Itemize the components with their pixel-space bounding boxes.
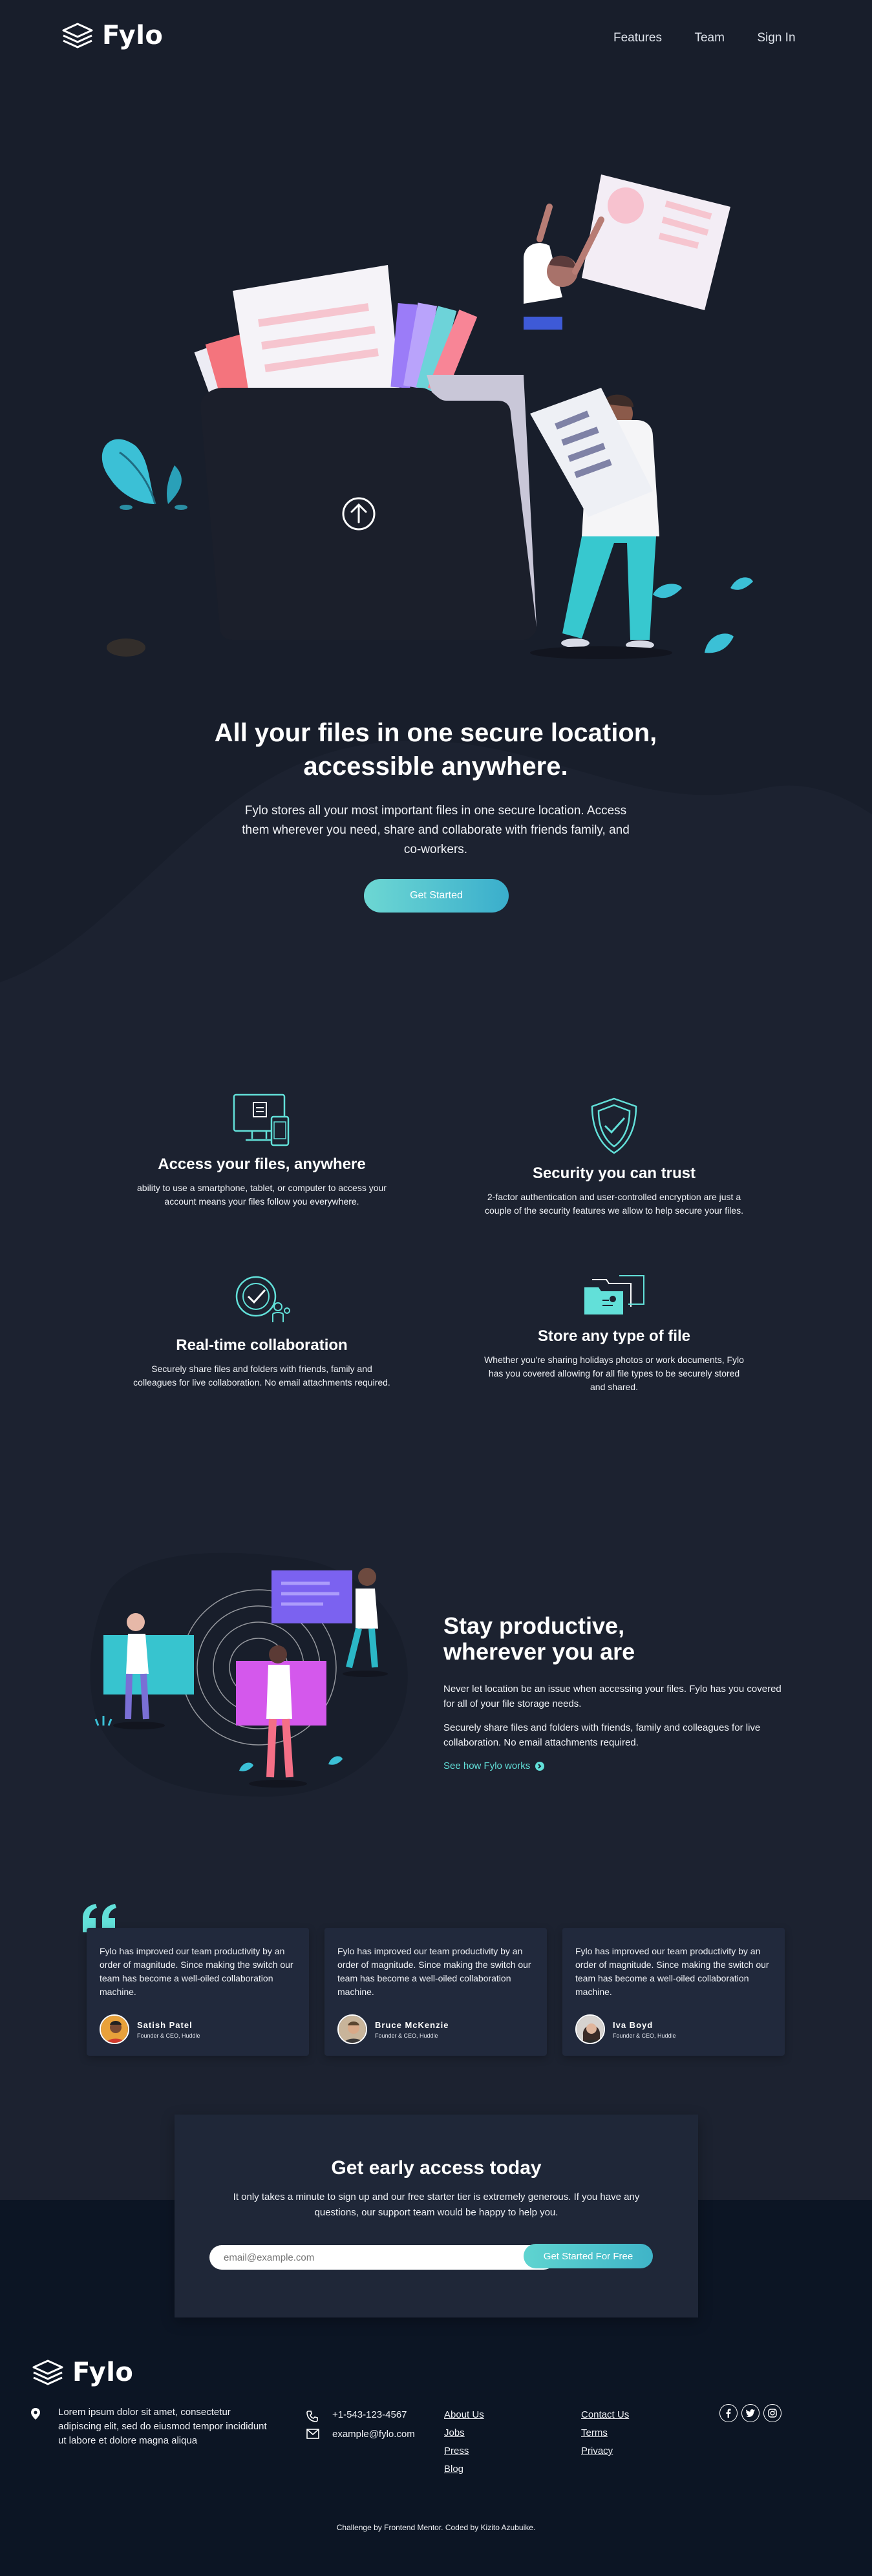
- testimonial-card: Fylo has improved our team productivity …: [324, 1928, 547, 2056]
- testimonial-quote: Fylo has improved our team productivity …: [100, 1946, 293, 1997]
- nav-features[interactable]: Features: [613, 31, 662, 45]
- feature-text: Securely share files and folders with fr…: [133, 1364, 390, 1388]
- social-links: [719, 2404, 782, 2422]
- collaboration-icon: [235, 1276, 290, 1322]
- feature-title: Access your files, anywhere: [158, 1156, 366, 1173]
- feature-collaboration: Real-time collaboration Securely share f…: [133, 1274, 391, 1389]
- testimonial-card: Fylo has improved our team productivity …: [562, 1928, 785, 2056]
- get-started-button[interactable]: Get Started: [364, 879, 509, 913]
- footer-link-contact[interactable]: Contact Us: [581, 2406, 629, 2424]
- brand-name: Fylo: [102, 21, 164, 50]
- footer-link-terms[interactable]: Terms: [581, 2424, 629, 2442]
- early-access-title: Get early access today: [331, 2157, 542, 2179]
- footer-link-privacy[interactable]: Privacy: [581, 2442, 629, 2460]
- testimonial-person: Bruce McKenzie Founder & CEO, Huddle: [337, 2014, 449, 2044]
- productive-title: Stay productive, wherever you are: [443, 1613, 792, 1665]
- hero-title-line2: accessible anywhere.: [303, 752, 568, 781]
- testimonial-person: Satish Patel Founder & CEO, Huddle: [100, 2014, 200, 2044]
- see-how-link-label: See how Fylo works: [443, 1760, 531, 1771]
- footer-link-blog[interactable]: Blog: [444, 2460, 484, 2478]
- productive-title-line2: wherever you are: [443, 1638, 635, 1665]
- facebook-icon[interactable]: [719, 2404, 738, 2422]
- testimonial-card: Fylo has improved our team productivity …: [87, 1928, 309, 2056]
- footer-email: example@fylo.com: [332, 2429, 415, 2440]
- footer-brand-name: Fylo: [72, 2358, 134, 2387]
- avatar: [337, 2014, 367, 2044]
- footer-link-press[interactable]: Press: [444, 2442, 484, 2460]
- feature-text: Whether you're sharing holidays photos o…: [484, 1355, 744, 1392]
- devices-icon: [233, 1093, 290, 1146]
- footer-links-col1: About Us Jobs Press Blog: [444, 2406, 484, 2478]
- location-icon: [31, 2408, 40, 2420]
- testimonial-name: Iva Boyd: [613, 2020, 654, 2030]
- email-icon: [306, 2429, 319, 2439]
- avatar: [100, 2014, 129, 2044]
- testimonial-role: Founder & CEO, Huddle: [137, 2032, 200, 2039]
- instagram-icon[interactable]: [763, 2404, 782, 2422]
- hero-description: Fylo stores all your most important file…: [242, 804, 630, 856]
- nav-sign-in[interactable]: Sign In: [757, 31, 795, 45]
- productive-paragraph-1: Never let location be an issue when acce…: [443, 1684, 782, 1709]
- feature-title: Real-time collaboration: [176, 1336, 348, 1354]
- feature-access: Access your files, anywhere ability to u…: [133, 1093, 391, 1209]
- plant-decoration: [101, 439, 187, 657]
- footer-link-about[interactable]: About Us: [444, 2406, 484, 2424]
- logo-layers-icon: [62, 23, 93, 48]
- see-how-fylo-works-link[interactable]: See how Fylo works: [443, 1760, 792, 1771]
- testimonial-name: Bruce McKenzie: [375, 2020, 449, 2030]
- folders-icon: [584, 1275, 644, 1314]
- hero-title-line1: All your files in one secure location,: [214, 719, 657, 747]
- testimonial-quote: Fylo has improved our team productivity …: [575, 1946, 769, 1997]
- productive-content: Stay productive, wherever you are Never …: [443, 1613, 792, 1772]
- arrow-circle-icon: [535, 1761, 545, 1771]
- productive-illustration: [90, 1552, 408, 1797]
- hero-illustration: [101, 174, 753, 659]
- testimonial-person: Iva Boyd Founder & CEO, Huddle: [575, 2014, 676, 2044]
- footer-attribution: Challenge by Frontend Mentor. Coded by K…: [336, 2523, 536, 2532]
- twitter-icon[interactable]: [741, 2404, 760, 2422]
- avatar: [575, 2014, 605, 2044]
- early-access-card: Get early access today It only takes a m…: [175, 2115, 698, 2317]
- feature-title: Security you can trust: [532, 1165, 696, 1182]
- feature-text: ability to use a smartphone, tablet, or …: [137, 1183, 387, 1207]
- footer-links-col2: Contact Us Terms Privacy: [581, 2406, 629, 2460]
- footer-link-jobs[interactable]: Jobs: [444, 2424, 484, 2442]
- logo-layers-icon: [32, 2360, 63, 2385]
- shield-icon: [591, 1097, 637, 1154]
- productive-title-line1: Stay productive,: [443, 1612, 625, 1639]
- phone-icon: [306, 2411, 318, 2422]
- get-started-free-button[interactable]: Get Started For Free: [524, 2244, 653, 2268]
- productive-paragraph-2: Securely share files and folders with fr…: [443, 1722, 761, 1748]
- testimonial-name: Satish Patel: [137, 2020, 193, 2030]
- early-access-text: It only takes a minute to sign up and ou…: [233, 2191, 640, 2218]
- testimonial-quote: Fylo has improved our team productivity …: [337, 1946, 531, 1997]
- header-logo[interactable]: Fylo: [61, 21, 163, 50]
- main-nav: Features Team Sign In: [584, 31, 796, 45]
- feature-text: 2-factor authentication and user-control…: [485, 1192, 743, 1216]
- feature-security: Security you can trust 2-factor authenti…: [482, 1096, 747, 1218]
- email-input[interactable]: [209, 2245, 556, 2270]
- footer-logo[interactable]: Fylo: [31, 2358, 133, 2387]
- feature-title: Store any type of file: [537, 1327, 691, 1345]
- footer-phone: +1-543-123-4567: [332, 2409, 407, 2420]
- feature-store: Store any type of file Whether you're sh…: [482, 1274, 747, 1394]
- hero-title: All your files in one secure location, a…: [177, 716, 694, 783]
- nav-team[interactable]: Team: [694, 31, 724, 45]
- testimonial-role: Founder & CEO, Huddle: [613, 2032, 676, 2039]
- testimonial-role: Founder & CEO, Huddle: [375, 2032, 438, 2039]
- footer-address: Lorem ipsum dolor sit amet, consectetur …: [58, 2407, 267, 2446]
